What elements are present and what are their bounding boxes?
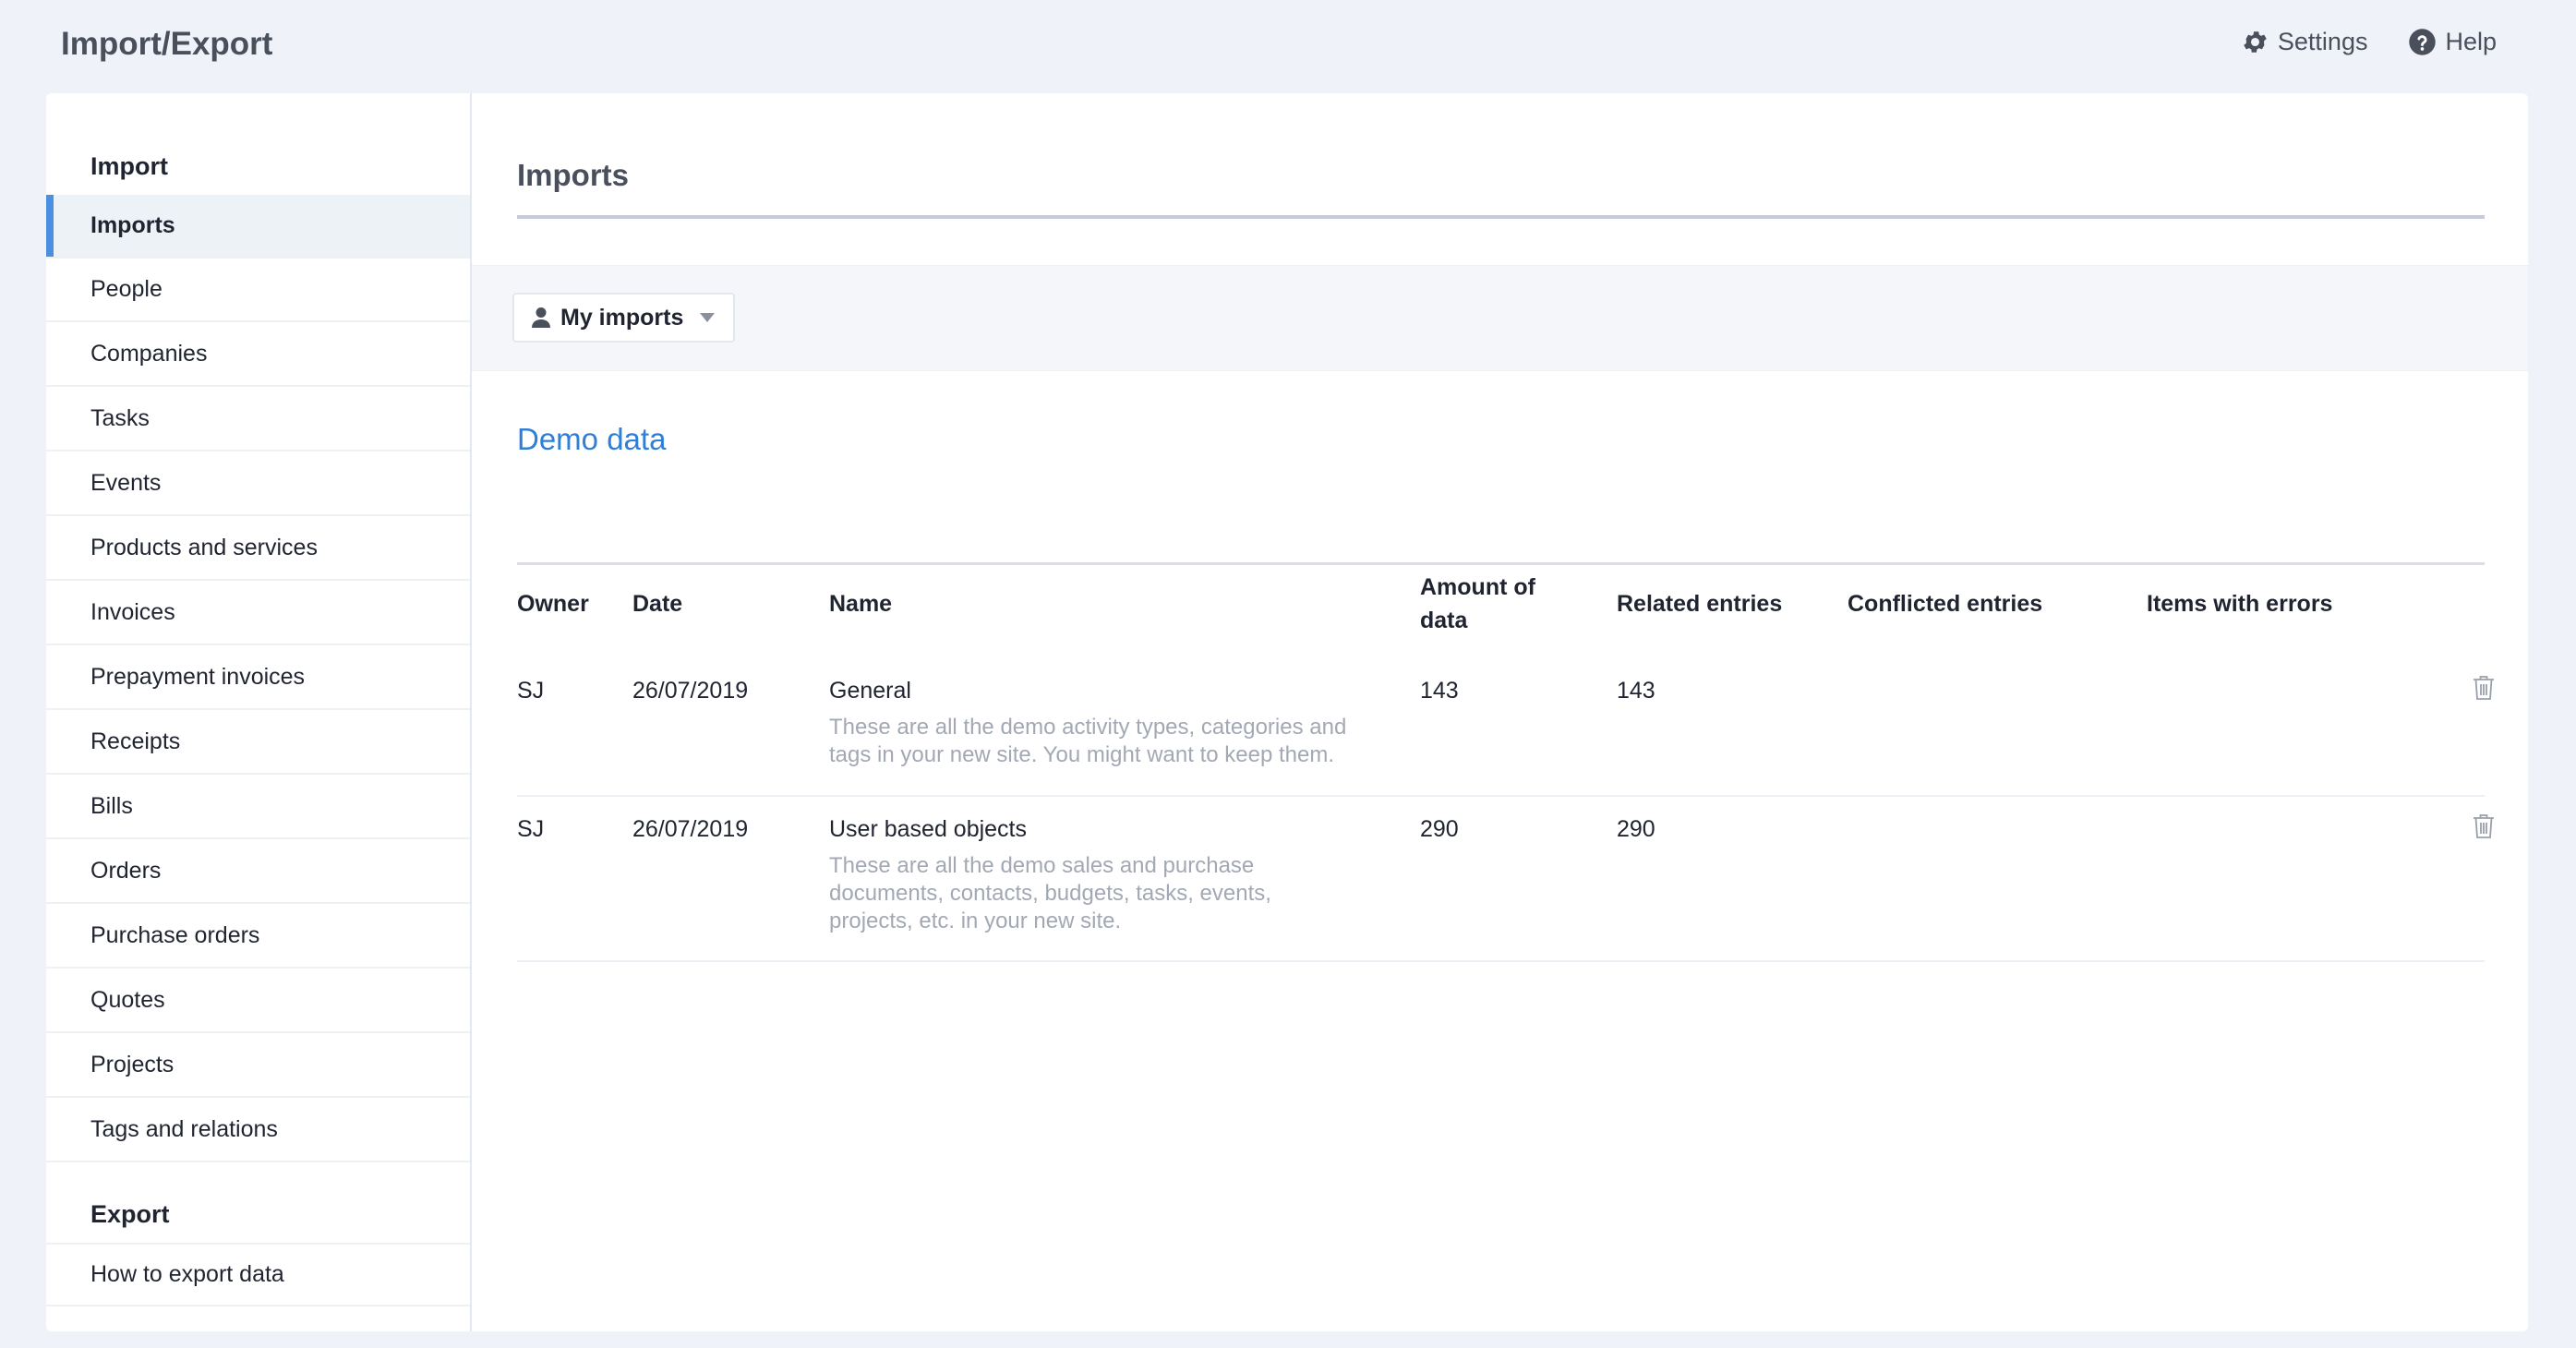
sidebar-heading-export: Export [90,1200,170,1228]
sidebar-item-label: Bills [90,793,133,819]
sidebar-item-companies[interactable]: Companies [46,323,470,387]
sidebar-item-tags-and-relations[interactable]: Tags and relations [46,1099,470,1162]
delete-import-button[interactable] [2473,813,2495,839]
sidebar-item-label: Prepayment invoices [90,664,306,690]
column-header-amount-line: data [1420,608,1468,633]
cell-amount-of-data: 143 [1420,678,1459,704]
help-label: Help [2445,28,2497,55]
row-divider [517,795,2485,797]
sidebar-item-invoices[interactable]: Invoices [46,582,470,645]
settings-label: Settings [2277,28,2368,55]
description-line: documents, contacts, budgets, tasks, eve… [829,881,1271,906]
settings-link[interactable]: Settings [2241,28,2368,56]
app-title: Import/Export [61,26,273,62]
cell-owner: SJ [517,678,545,704]
sidebar-item-events[interactable]: Events [46,452,470,516]
column-header-related-entries: Related entries [1617,591,1783,617]
sidebar-item-label: Orders [90,858,162,884]
trash-icon [2473,813,2495,839]
sidebar-item-quotes[interactable]: Quotes [46,969,470,1033]
main-panel: Import Imports People Companies Tasks Ev… [46,93,2528,1331]
cell-name: User based objects [829,816,1028,842]
gear-icon [2241,28,2269,56]
sidebar: Import Imports People Companies Tasks Ev… [46,93,472,1331]
delete-import-button[interactable] [2473,675,2495,701]
section-title: Demo data [517,422,667,456]
cell-date: 26/07/2019 [632,678,749,704]
table-header-divider [517,562,2485,565]
chevron-down-icon [700,313,716,322]
description-line: projects, etc. in your new site. [829,909,1122,933]
sidebar-item-products-and-services[interactable]: Products and services [46,517,470,581]
column-header-amount-line: Amount of [1420,574,1535,600]
cell-owner: SJ [517,816,545,842]
sidebar-item-label: How to export data [90,1261,284,1287]
description-line: tags in your new site. You might want to… [829,742,1334,767]
sidebar-item-tasks[interactable]: Tasks [46,388,470,451]
sidebar-item-projects[interactable]: Projects [46,1034,470,1098]
sidebar-item-people[interactable]: People [46,259,470,322]
sidebar-item-how-to-export-data[interactable]: How to export data [46,1243,470,1306]
sidebar-item-label: Events [90,470,162,496]
cell-description: These are all the demo sales and purchas… [829,852,1420,935]
user-icon [531,307,551,329]
cell-description: These are all the demo activity types, c… [829,714,1420,769]
trash-icon [2473,675,2495,701]
row-divider [517,960,2485,962]
sidebar-item-label: Invoices [90,599,175,625]
sidebar-item-label: Imports [90,212,175,238]
help-link[interactable]: Help [2408,28,2497,56]
description-line: These are all the demo activity types, c… [829,715,1347,740]
sidebar-heading-import: Import [90,152,168,180]
my-imports-dropdown[interactable]: My imports [512,293,736,343]
column-header-owner: Owner [517,591,589,617]
column-header-items-with-errors: Items with errors [2147,591,2333,617]
sidebar-item-label: People [90,276,163,302]
sidebar-item-label: Products and services [90,535,318,560]
column-header-date: Date [632,591,683,617]
page-title: Imports [517,158,630,192]
cell-related-entries: 290 [1617,816,1655,842]
sidebar-item-label: Projects [90,1052,175,1077]
top-bar: Import/Export Settings Help [0,0,2576,93]
help-icon [2408,28,2437,56]
top-actions: Settings Help [2241,28,2497,56]
my-imports-label: My imports [560,304,684,331]
cell-name: General [829,678,911,704]
filter-bar: My imports [472,265,2528,371]
sidebar-item-orders[interactable]: Orders [46,840,470,904]
sidebar-item-label: Tags and relations [90,1116,278,1142]
sidebar-item-label: Purchase orders [90,922,260,948]
sidebar-item-prepayment-invoices[interactable]: Prepayment invoices [46,646,470,710]
sidebar-item-purchase-orders[interactable]: Purchase orders [46,905,470,969]
sidebar-item-imports[interactable]: Imports [46,195,470,259]
sidebar-item-label: Receipts [90,728,181,754]
column-header-amount-of-data: Amount of data [1420,571,1535,637]
column-header-name: Name [829,591,893,617]
cell-amount-of-data: 290 [1420,816,1459,842]
description-line: These are all the demo sales and purchas… [829,853,1255,878]
sidebar-item-receipts[interactable]: Receipts [46,711,470,775]
column-header-conflicted-entries: Conflicted entries [1848,591,2043,617]
sidebar-item-label: Quotes [90,987,165,1013]
cell-date: 26/07/2019 [632,816,749,842]
sidebar-item-bills[interactable]: Bills [46,776,470,839]
sidebar-item-label: Companies [90,341,208,367]
content-area: Imports My imports Demo data Owner Date … [472,93,2528,1331]
title-divider [517,215,2485,219]
cell-related-entries: 143 [1617,678,1655,704]
sidebar-item-label: Tasks [90,405,150,431]
